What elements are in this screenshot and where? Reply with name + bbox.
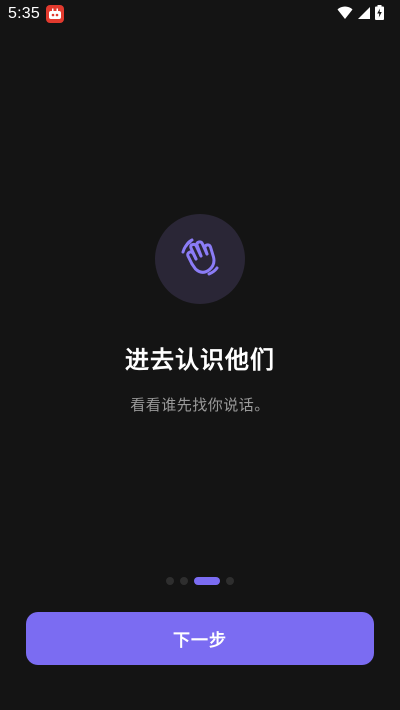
onboarding-subtitle: 看看谁先找你说话。 xyxy=(130,396,270,414)
app-notification-icon xyxy=(45,5,64,23)
page-dot-3-active[interactable] xyxy=(194,577,220,585)
page-dot-2[interactable] xyxy=(180,577,188,585)
battery-charging-icon xyxy=(375,4,384,24)
next-button-label: 下一步 xyxy=(173,631,227,650)
status-left: 5:35 xyxy=(8,5,64,23)
waving-hand-icon xyxy=(177,234,223,284)
signal-icon xyxy=(357,5,371,24)
wifi-icon xyxy=(337,5,353,24)
status-bar: 5:35 xyxy=(0,0,400,28)
page-dot-1[interactable] xyxy=(166,577,174,585)
page-dot-4[interactable] xyxy=(226,577,234,585)
status-time: 5:35 xyxy=(8,5,40,22)
waving-hand-badge xyxy=(155,214,245,304)
status-right xyxy=(337,4,392,24)
next-button[interactable]: 下一步 xyxy=(26,612,374,665)
page-indicator xyxy=(0,576,400,586)
onboarding-title: 进去认识他们 xyxy=(125,346,275,374)
